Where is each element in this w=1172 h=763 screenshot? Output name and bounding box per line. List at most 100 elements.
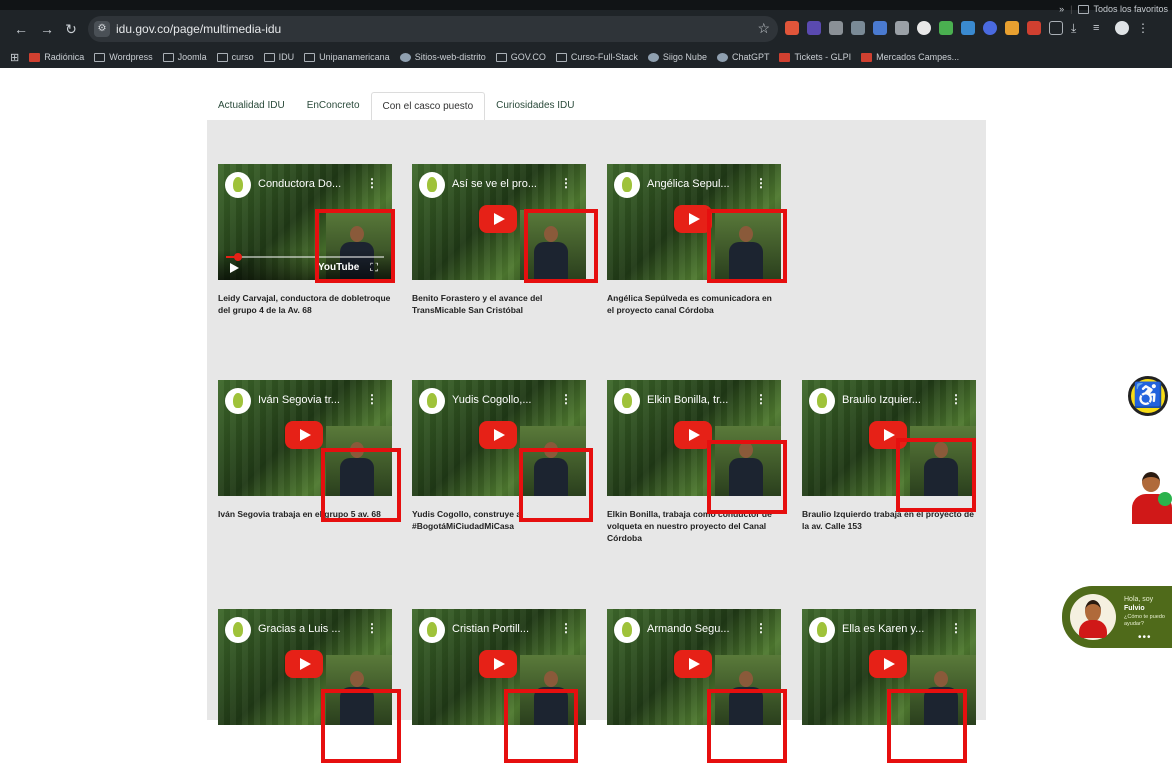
bookmark-item[interactable]: GOV.CO — [495, 52, 546, 62]
channel-logo-icon[interactable] — [614, 388, 640, 414]
assistant-avatar[interactable] — [1128, 470, 1172, 526]
more-options-icon[interactable]: ⋮ — [560, 176, 572, 190]
channel-logo-icon[interactable] — [225, 388, 251, 414]
bookmark-item[interactable]: Sitios-web-distrito — [399, 52, 486, 62]
youtube-play-icon[interactable] — [285, 650, 323, 678]
bookmark-item[interactable]: Siigo Nube — [647, 52, 707, 62]
bookmark-item[interactable]: Unipanamericana — [304, 52, 390, 62]
video-title[interactable]: Gracias a Luis ... — [258, 623, 366, 635]
video-title[interactable]: Conductora Do... — [258, 178, 366, 190]
scrubber-handle[interactable] — [234, 253, 242, 261]
video-title[interactable]: Armando Segu... — [647, 623, 755, 635]
apps-icon[interactable]: ⊞ — [10, 51, 19, 64]
video-title[interactable]: Así se ve el pro... — [452, 178, 560, 190]
video-card[interactable]: Cristian Portill... ⋮ — [412, 609, 586, 763]
tab-curiosidades-idu[interactable]: Curiosidades IDU — [485, 92, 585, 120]
channel-logo-icon[interactable] — [419, 617, 445, 643]
channel-logo-icon[interactable] — [809, 617, 835, 643]
channel-logo-icon[interactable] — [809, 388, 835, 414]
video-title[interactable]: Ella es Karen y... — [842, 623, 950, 635]
video-title[interactable]: Braulio Izquier... — [842, 394, 950, 406]
youtube-play-icon[interactable] — [285, 421, 323, 449]
youtube-play-icon[interactable] — [869, 650, 907, 678]
video-card[interactable]: Conductora Do... ⋮ YouTube ⛶ Leidy Carvajal,… — [218, 164, 395, 316]
more-options-icon[interactable]: ⋮ — [366, 176, 378, 190]
video-card[interactable]: Iván Segovia tr... ⋮ Iván Segovia trabaja … — [218, 380, 401, 522]
channel-logo-icon[interactable] — [225, 172, 251, 198]
extension-icon[interactable] — [1027, 21, 1041, 35]
bookmark-item[interactable]: Curso-Full-Stack — [555, 52, 638, 62]
youtube-play-icon[interactable] — [479, 421, 517, 449]
extension-icon[interactable] — [983, 21, 997, 35]
channel-logo-icon[interactable] — [419, 388, 445, 414]
tab-enconcreto[interactable]: EnConcreto — [296, 92, 371, 120]
video-title[interactable]: Yudis Cogollo,... — [452, 394, 560, 406]
extension-icon[interactable] — [961, 21, 975, 35]
video-title[interactable]: Cristian Portill... — [452, 623, 560, 635]
video-title[interactable]: Iván Segovia tr... — [258, 394, 366, 406]
bookmark-item[interactable]: Radiónica — [29, 52, 84, 62]
bookmark-item[interactable]: Joomla — [162, 52, 207, 62]
forward-arrow-icon[interactable]: → — [36, 18, 58, 40]
extension-icon[interactable] — [895, 21, 909, 35]
site-info-icon[interactable]: ⚙ — [94, 21, 110, 37]
more-options-icon[interactable]: ⋮ — [560, 392, 572, 406]
url-text[interactable]: idu.gov.co/page/multimedia-idu — [116, 22, 281, 36]
profile-icon[interactable] — [1115, 21, 1129, 35]
video-card[interactable]: Angélica Sepul... ⋮ Angélica Sepúlveda es … — [607, 164, 787, 316]
video-title[interactable]: Angélica Sepul... — [647, 178, 755, 190]
more-options-icon[interactable]: ⋮ — [950, 621, 962, 635]
video-card[interactable]: Elkin Bonilla, tr... ⋮ Elkin Bonilla, trab… — [607, 380, 787, 544]
bookmark-star-icon[interactable]: ☆ — [757, 20, 770, 37]
address-bar[interactable]: ⚙ idu.gov.co/page/multimedia-idu ☆ — [88, 16, 778, 42]
bookmark-item[interactable]: Wordpress — [94, 52, 153, 62]
back-arrow-icon[interactable]: ← — [10, 18, 32, 40]
more-bookmarks-button[interactable]: » — [1059, 4, 1064, 14]
extension-icon[interactable] — [785, 21, 799, 35]
download-icon[interactable]: ⤓ — [1071, 21, 1085, 35]
play-icon[interactable] — [230, 263, 239, 273]
extension-icon[interactable] — [1005, 21, 1019, 35]
tab-actualidad-idu[interactable]: Actualidad IDU — [207, 92, 296, 120]
extension-icon[interactable] — [939, 21, 953, 35]
video-title[interactable]: Elkin Bonilla, tr... — [647, 394, 755, 406]
more-options-icon[interactable]: ⋮ — [755, 621, 767, 635]
bookmark-item[interactable]: Mercados Campes... — [861, 52, 959, 62]
extension-icon[interactable] — [873, 21, 887, 35]
channel-logo-icon[interactable] — [614, 172, 640, 198]
all-bookmarks-folder[interactable]: Todos los favoritos — [1078, 4, 1168, 14]
media-icon[interactable]: ≡ — [1093, 21, 1107, 35]
bookmark-item[interactable]: ChatGPT — [716, 52, 769, 62]
more-options-icon[interactable]: ⋮ — [366, 392, 378, 406]
channel-logo-icon[interactable] — [614, 617, 640, 643]
youtube-play-icon[interactable] — [479, 650, 517, 678]
extension-icon[interactable] — [917, 21, 931, 35]
video-card[interactable]: Armando Segu... ⋮ — [607, 609, 787, 763]
extensions-puzzle-icon[interactable] — [1049, 21, 1063, 35]
tab-con-el-casco-puesto[interactable]: Con el casco puesto — [370, 92, 486, 120]
extension-icon[interactable] — [829, 21, 843, 35]
bookmark-item[interactable]: IDU — [263, 52, 294, 62]
extension-icon[interactable] — [807, 21, 821, 35]
extension-icon[interactable] — [851, 21, 865, 35]
more-options-icon[interactable]: ⋮ — [366, 621, 378, 635]
video-card[interactable]: Braulio Izquier... ⋮ Braulio Izquierdo tra… — [802, 380, 976, 532]
accessibility-icon[interactable]: ♿ — [1128, 376, 1168, 416]
channel-logo-icon[interactable] — [419, 172, 445, 198]
reload-icon[interactable]: ↻ — [60, 18, 82, 40]
youtube-play-icon[interactable] — [479, 205, 517, 233]
video-card[interactable]: Gracias a Luis ... ⋮ — [218, 609, 401, 763]
more-options-icon[interactable]: ⋮ — [755, 392, 767, 406]
video-card[interactable]: Ella es Karen y... ⋮ — [802, 609, 976, 763]
video-card[interactable]: Así se ve el pro... ⋮ Benito Forastero y e… — [412, 164, 598, 316]
bookmark-item[interactable]: Tickets - GLPI — [779, 52, 851, 62]
more-options-icon[interactable]: ⋮ — [950, 392, 962, 406]
video-card[interactable]: Yudis Cogollo,... ⋮ Yudis Cogollo, constru… — [412, 380, 593, 532]
channel-logo-icon[interactable] — [225, 617, 251, 643]
youtube-play-icon[interactable] — [674, 650, 712, 678]
more-options-icon[interactable]: ⋮ — [755, 176, 767, 190]
more-options-icon[interactable]: ⋮ — [560, 621, 572, 635]
chat-widget[interactable]: Hola, soy Fulvio ¿Cómo te puedo ayudar? … — [1062, 586, 1172, 648]
browser-menu-icon[interactable]: ⋮ — [1137, 21, 1149, 35]
bookmark-item[interactable]: curso — [216, 52, 254, 62]
